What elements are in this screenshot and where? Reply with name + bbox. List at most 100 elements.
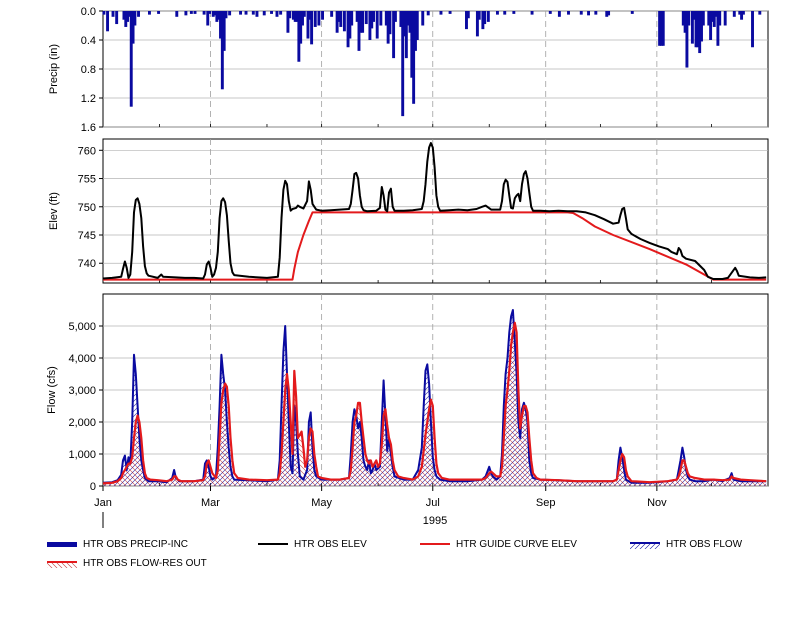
elev-ytick-label-2: 750 [78,202,96,214]
precip-bar-93 [477,11,481,20]
legend-swatch-obs-elev [258,543,288,545]
precip-bar-135 [741,11,745,15]
x-tick-label-3: Jul [426,497,440,509]
precip-bar-136 [751,11,754,48]
precip-bar-88 [439,11,443,15]
precip-bar-112 [661,11,665,46]
precip-bar-36 [275,11,279,17]
legend-label-res-out: HTR OBS FLOW-RES OUT [83,557,207,569]
precip-ytick-label-2: 0.8 [81,64,96,76]
x-axis-year-label: 1995 [423,515,447,527]
elev-ytick-label-4: 760 [78,145,96,157]
precip-bar-56 [339,11,343,27]
precip-bar-49 [310,11,314,45]
legend-label-obs-elev: HTR OBS ELEV [294,538,367,550]
precip-bar-99 [512,11,516,14]
precip-bar-73 [388,11,392,35]
precip-bar-28 [224,11,228,19]
precip-bar-51 [317,11,321,26]
elev-ytick-label-3: 755 [78,174,96,186]
precip-ytick-label-0: 0.0 [81,6,96,18]
precip-bar-97 [495,11,499,15]
flow-ytick-label-4: 4,000 [68,353,96,365]
precip-ytick-label-4: 1.6 [81,122,96,134]
precip-bar-106 [594,11,598,15]
precip-bar-46 [302,11,306,17]
x-axis: Jan Mar May Jul Sep Nov [94,486,667,509]
precip-bar-29 [228,11,232,16]
precip-bar-108 [607,11,611,16]
legend-swatch-res-out [47,561,77,568]
precip-bar-70 [379,11,383,26]
precip-bar-17 [193,11,197,14]
precip-bar-52 [321,11,324,20]
hydrograph-chart: 0.0 0.4 0.8 1.2 1.6 Precip (in) 740 745 750 755… [46,6,769,528]
precip-bar-15 [184,11,188,16]
legend-label-guide-curve: HTR GUIDE CURVE ELEV [456,538,577,550]
precip-bar-130 [718,11,722,26]
x-tick-label-1: Mar [201,497,220,509]
precip-bar-57 [342,11,346,32]
precip-bar-102 [557,11,561,17]
precip-bar-2 [111,11,115,17]
precip-ytick-label-1: 0.4 [81,35,96,47]
legend-label-obs-flow: HTR OBS FLOW [666,538,743,550]
precip-bar-31 [244,11,248,15]
precip-bar-65 [364,11,368,25]
precip-bar-137 [758,11,762,15]
precip-bar-69 [375,11,379,39]
precip-bar-123 [701,11,705,26]
precip-bar-85 [415,11,419,40]
precip-bar-91 [466,11,470,19]
flow-ytick-label-5: 5,000 [68,321,96,333]
precip-bar-75 [393,11,397,22]
precip-bar-12 [148,11,151,15]
legend-swatch-guide-curve [420,543,450,545]
precip-bar-39 [288,11,292,19]
precip-bar-33 [255,11,259,17]
precip-bar-64 [361,11,365,33]
x-tick-label-0: Jan [94,497,112,509]
precip-panel: 0.0 0.4 0.8 1.2 1.6 Precip (in) [48,6,769,134]
elev-panel: 740 745 750 755 760 Elev (ft) [48,138,769,284]
precip-bar-1 [106,11,110,32]
elev-ytick-label-1: 745 [78,230,96,242]
flow-y-axis-label: Flow (cfs) [46,366,58,414]
precip-bar-11 [137,11,140,17]
precip-bar-103 [567,11,570,15]
precip-bar-0 [102,11,106,15]
precip-bar-98 [503,11,507,15]
flow-ytick-label-0: 0 [90,481,96,493]
precip-bar-68 [372,11,376,22]
precip-bar-37 [279,11,283,15]
legend-item-guide-curve: HTR GUIDE CURVE ELEV [420,536,577,552]
flow-panel: 0 1,000 2,000 3,000 4,000 5,000 Flow (cfs) [46,293,769,493]
legend-swatch-precip [47,542,77,547]
precip-bar-16 [189,11,193,14]
x-tick-label-2: May [311,497,332,509]
precip-bar-60 [350,11,354,26]
precip-bar-30 [239,11,243,15]
precip-bar-34 [262,11,266,16]
precip-bar-50 [313,11,317,27]
legend-item-precip: HTR OBS PRECIP-INC [47,536,188,552]
legend: HTR OBS PRECIP-INC HTR OBS ELEV HTR GUID… [0,532,800,592]
precip-ytick-label-3: 1.2 [81,93,96,105]
precip-bar-86 [421,11,425,26]
precip-bar-32 [251,11,255,15]
precip-bar-109 [630,11,634,14]
precip-bar-20 [208,11,212,14]
precip-bar-100 [530,11,534,15]
precip-bar-89 [448,11,452,14]
legend-item-res-out: HTR OBS FLOW-RES OUT [47,555,207,571]
precip-bar-87 [426,11,430,16]
precip-bar-53 [330,11,334,17]
precip-bar-35 [270,11,273,14]
precip-bar-132 [732,11,736,17]
precip-bar-13 [157,11,161,14]
x-tick-label-4: Sep [536,497,556,509]
precip-bar-105 [587,11,590,16]
flow-ytick-label-3: 3,000 [68,385,96,397]
precip-bar-14 [175,11,179,17]
precip-bar-95 [483,11,487,25]
